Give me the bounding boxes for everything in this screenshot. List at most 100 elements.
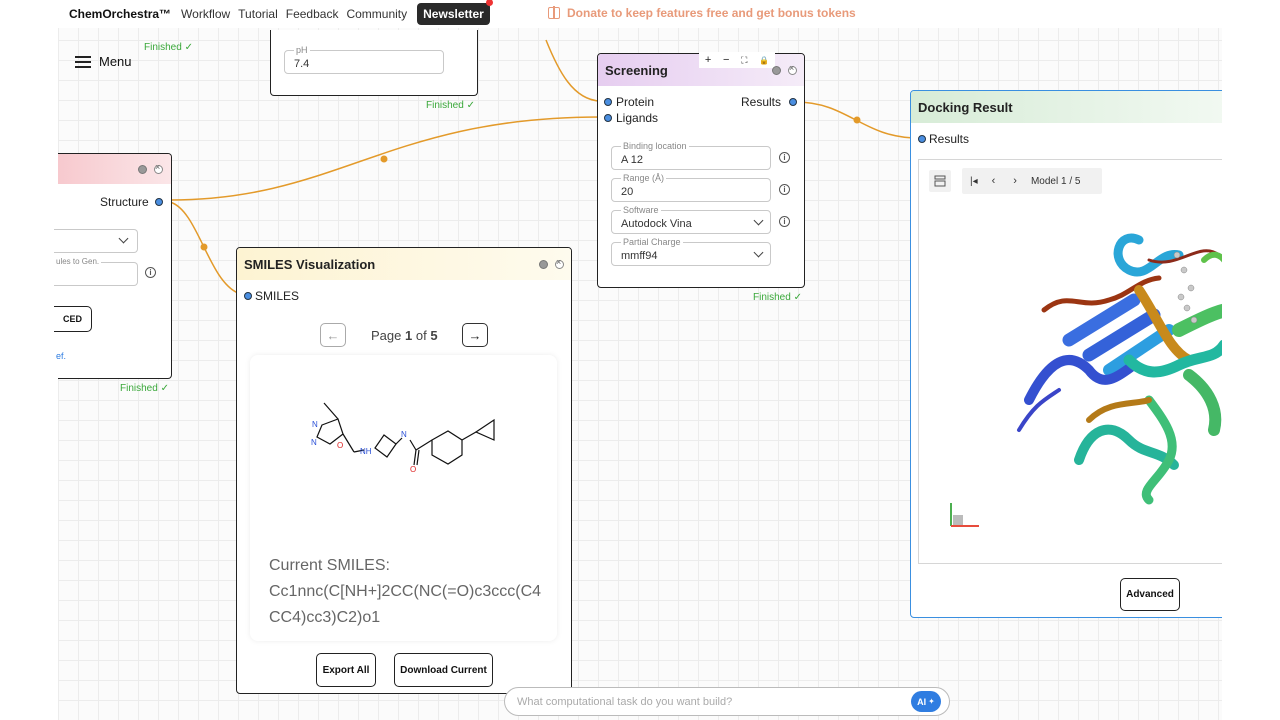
zoom-out-icon[interactable]: −	[723, 54, 729, 66]
notification-dot	[485, 0, 493, 6]
smiles-card: N N O NH N O Current SMILES: Cc1nnc(C[NH…	[250, 355, 557, 641]
nav-link-community[interactable]: Community	[346, 7, 407, 21]
page-prefix: Page	[371, 328, 402, 343]
docking-title: Docking Result	[918, 99, 1013, 115]
gift-icon	[548, 6, 560, 19]
advanced-button[interactable]: CED	[54, 306, 92, 332]
export-all-button[interactable]: Export All	[316, 653, 376, 687]
previous-page-button[interactable]: ←	[320, 323, 346, 347]
lock-icon[interactable]: 🔒	[759, 56, 769, 65]
reference-link[interactable]: ef.	[56, 351, 66, 361]
finished-status: Finished ✓	[120, 383, 169, 394]
info-icon[interactable]: i	[145, 267, 156, 278]
download-current-label: Download Current	[400, 664, 487, 676]
finished-status: Finished ✓	[144, 42, 193, 53]
svg-text:O: O	[337, 441, 343, 450]
nav-link-workflow[interactable]: Workflow	[181, 7, 230, 21]
input-port-ligands[interactable]	[604, 114, 612, 122]
hamburger-icon	[75, 55, 91, 68]
partial-charge-select[interactable]: Partial Charge mmff94	[611, 237, 771, 266]
smiles-node-header[interactable]: SMILES Visualization	[237, 248, 571, 280]
ph-field[interactable]: pH 7.4	[284, 45, 444, 74]
close-icon[interactable]	[555, 257, 564, 269]
input-port-results[interactable]	[918, 135, 926, 143]
page-current: 1	[405, 328, 413, 343]
edge-midpoint	[200, 243, 208, 251]
docking-node-header[interactable]: Docking Result	[911, 91, 1229, 123]
page-total: 5	[430, 328, 438, 343]
menu-button[interactable]: Menu	[75, 54, 132, 69]
protein-3d-viewer[interactable]: |◂ ‹ › Model 1 / 5	[918, 159, 1228, 564]
donate-link[interactable]: Donate to keep features free and get bon…	[548, 6, 856, 20]
svg-text:O: O	[410, 465, 416, 474]
molecules-to-gen-field[interactable]: ules to Gen.	[54, 257, 138, 286]
ai-submit-button[interactable]: AI ✦	[911, 691, 941, 712]
advanced-label: Advanced	[1126, 589, 1174, 600]
donate-label: Donate to keep features free and get bon…	[567, 6, 856, 20]
chevron-down-icon	[118, 233, 129, 244]
node-toolbar: + − ⛶ 🔒	[699, 52, 775, 68]
current-smiles: Current SMILES: Cc1nnc(C[NH+]2CC(NC(=O)c…	[269, 553, 544, 631]
binding-location-field[interactable]: Binding location A 12	[611, 141, 771, 170]
right-margin	[1222, 0, 1280, 720]
port-label-structure: Structure	[100, 195, 149, 209]
range-field[interactable]: Range (Å) 20	[611, 173, 771, 202]
page-indicator: Page 1 of 5	[371, 328, 438, 343]
input-port-smiles[interactable]	[244, 292, 252, 300]
advanced-button-label: CED	[62, 314, 82, 324]
software-select[interactable]: Software Autodock Vina	[611, 205, 771, 234]
output-port-structure[interactable]	[155, 198, 163, 206]
partial-charge-label: Partial Charge	[621, 237, 683, 247]
newsletter-button[interactable]: Newsletter	[417, 0, 493, 25]
zoom-in-icon[interactable]: +	[705, 54, 711, 66]
partial-charge-value: mmff94	[621, 250, 658, 262]
structure-generator-node[interactable]: Structure ules to Gen. i CED ef.	[54, 153, 172, 379]
minimize-icon[interactable]	[772, 66, 781, 75]
download-current-button[interactable]: Download Current	[394, 653, 493, 687]
info-icon[interactable]: i	[779, 216, 790, 227]
smiles-node-title: SMILES Visualization	[244, 256, 376, 272]
input-port-protein[interactable]	[604, 98, 612, 106]
screening-node[interactable]: Screening + − ⛶ 🔒 Protein Ligands Result…	[597, 52, 805, 288]
brand-logo[interactable]: ChemOrchestra™	[69, 7, 171, 21]
molecules-field-label: ules to Gen.	[54, 257, 102, 266]
generator-select[interactable]	[54, 229, 138, 253]
current-smiles-label: Current SMILES:	[269, 557, 390, 574]
binding-location-label: Binding location	[621, 141, 689, 151]
arrow-right-icon: →	[468, 327, 482, 343]
fit-view-icon[interactable]: ⛶	[741, 55, 747, 66]
close-icon[interactable]	[788, 63, 797, 75]
port-label-results: Results	[741, 95, 782, 109]
svg-text:N: N	[401, 430, 407, 439]
software-label: Software	[621, 205, 661, 215]
finished-status: Finished ✓	[426, 100, 475, 111]
nav-link-feedback[interactable]: Feedback	[286, 7, 339, 21]
range-label: Range (Å)	[621, 173, 667, 183]
chevron-down-icon	[753, 215, 764, 226]
port-label-results: Results	[929, 132, 970, 146]
edge-midpoint	[853, 116, 861, 124]
edge-top-protein	[545, 39, 601, 102]
close-icon[interactable]	[154, 162, 163, 174]
task-prompt-input[interactable]	[517, 695, 897, 708]
docking-result-node[interactable]: Docking Result Results |◂ ‹ › Model 1 / …	[910, 90, 1230, 618]
newsletter-label: Newsletter	[423, 7, 484, 21]
task-prompt-bar[interactable]: AI ✦	[504, 687, 950, 716]
menu-label: Menu	[99, 54, 132, 69]
ph-field-value: 7.4	[294, 58, 310, 70]
export-all-label: Export All	[322, 664, 370, 676]
smiles-visualization-node[interactable]: SMILES Visualization SMILES ← Page 1 of …	[236, 247, 572, 694]
nav-link-tutorial[interactable]: Tutorial	[238, 7, 278, 21]
next-page-button[interactable]: →	[462, 323, 488, 347]
minimize-icon[interactable]	[539, 260, 548, 269]
output-port-results[interactable]	[789, 98, 797, 106]
screening-title: Screening	[605, 62, 668, 78]
info-icon[interactable]: i	[779, 184, 790, 195]
info-icon[interactable]: i	[779, 152, 790, 163]
advanced-button[interactable]: Advanced	[1120, 578, 1180, 611]
ph-node[interactable]: pH 7.4	[270, 30, 478, 96]
left-margin	[0, 0, 58, 720]
axis-gizmo	[950, 503, 979, 527]
minimize-icon[interactable]	[138, 165, 147, 174]
ai-label: AI	[917, 696, 927, 707]
